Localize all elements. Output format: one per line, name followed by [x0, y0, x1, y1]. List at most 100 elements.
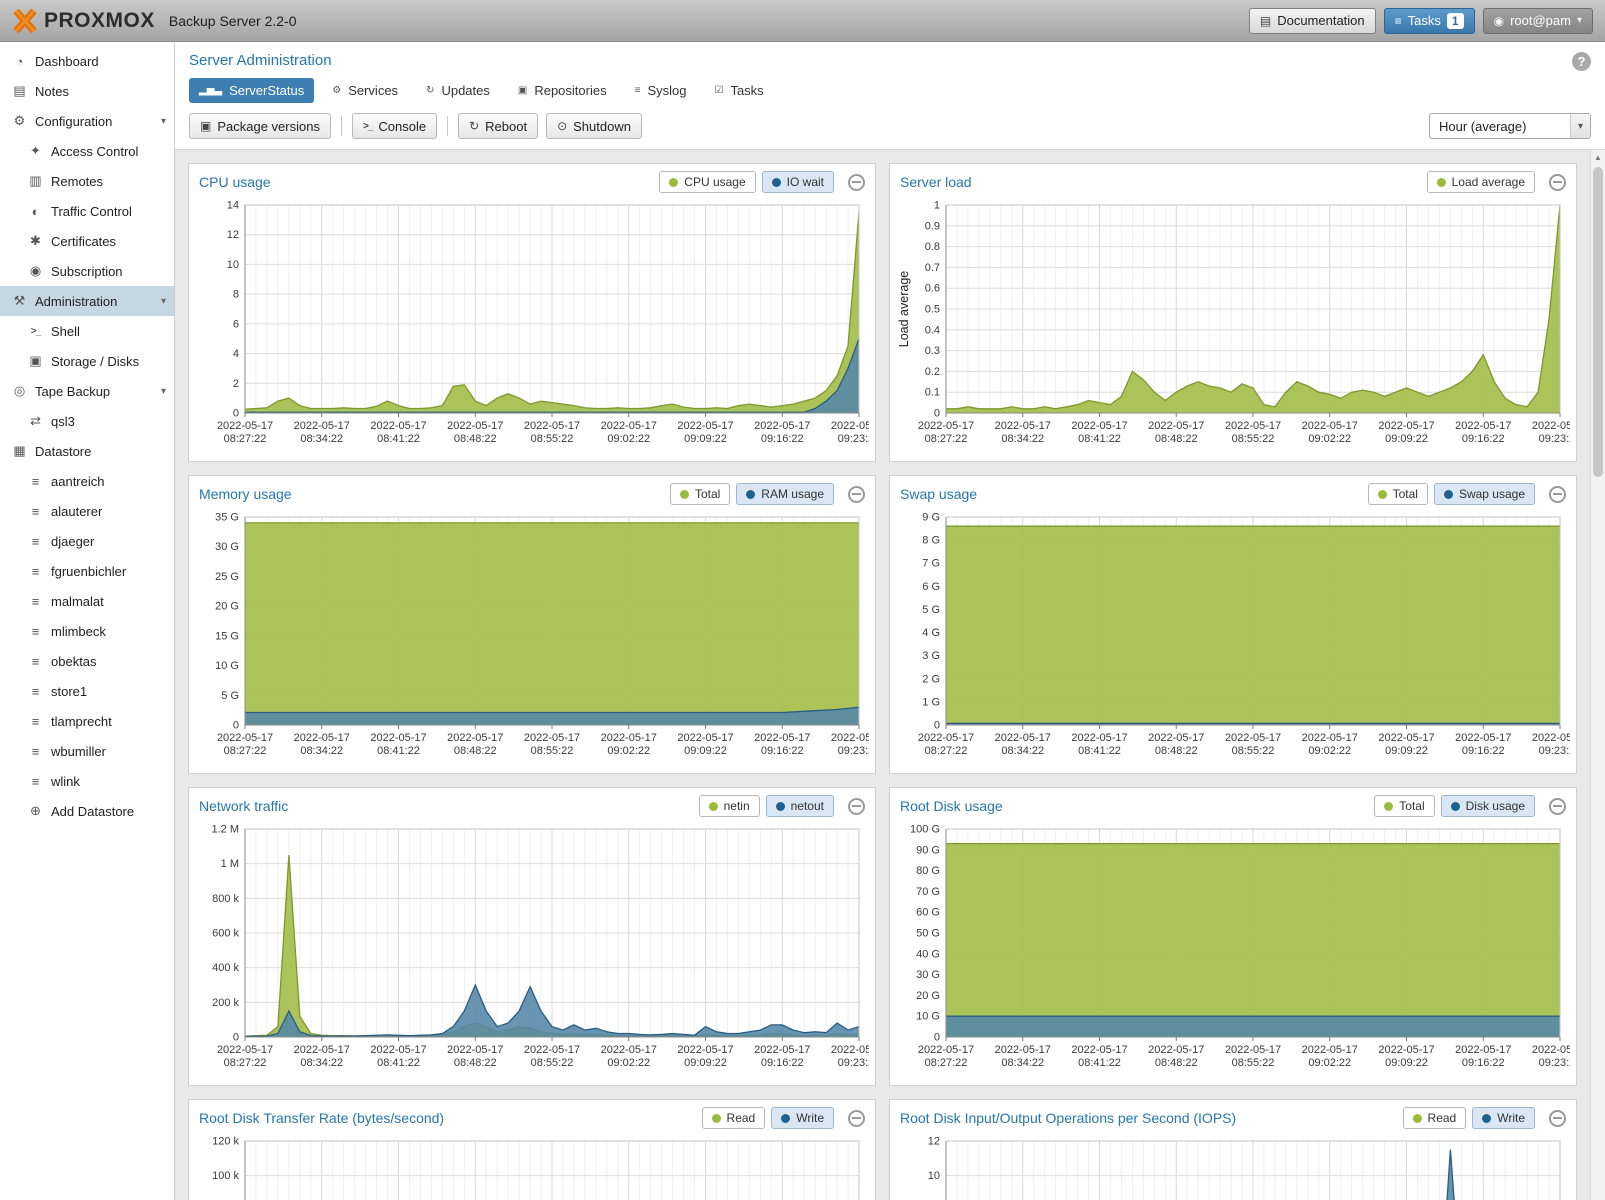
legend-swap-usage[interactable]: Swap usage: [1434, 483, 1535, 505]
sidebar-item-store1[interactable]: ≡store1: [0, 676, 174, 706]
svg-text:08:27:22: 08:27:22: [925, 745, 968, 757]
svg-text:8 G: 8 G: [922, 535, 940, 547]
sidebar-item-access-control[interactable]: ✦Access Control: [0, 136, 174, 166]
legend-io-wait[interactable]: IO wait: [762, 171, 834, 193]
package-versions-button[interactable]: ▣Package versions: [189, 113, 331, 139]
help-button[interactable]: ?: [1572, 52, 1591, 71]
sidebar-item-add-datastore[interactable]: ⊕Add Datastore: [0, 796, 174, 826]
sidebar-item-tape-backup[interactable]: ◎Tape Backup▾: [0, 376, 174, 406]
sidebar-item-mlimbeck[interactable]: ≡mlimbeck: [0, 616, 174, 646]
time-range-select[interactable]: Hour (average) ▾: [1429, 113, 1591, 139]
sidebar-item-label: Datastore: [35, 444, 91, 459]
sidebar-item-administration[interactable]: ⚒Administration▾: [0, 286, 174, 316]
collapse-panel-button[interactable]: [848, 174, 865, 191]
blue-series-dot-icon: [772, 178, 781, 187]
tab-syslog[interactable]: ≡Syslog: [625, 78, 697, 103]
legend-total[interactable]: Total: [670, 483, 730, 505]
legend-ram-usage[interactable]: RAM usage: [736, 483, 834, 505]
console-button[interactable]: >_Console: [352, 113, 437, 139]
legend-netin[interactable]: netin: [699, 795, 760, 817]
tab-tasks[interactable]: ☑Tasks: [704, 78, 773, 103]
user-label: root@pam: [1510, 13, 1571, 28]
tab-services[interactable]: ⚙Services: [322, 78, 408, 103]
svg-text:2: 2: [233, 378, 239, 390]
collapse-panel-button[interactable]: [1549, 798, 1566, 815]
legend-read[interactable]: Read: [1403, 1107, 1467, 1129]
expand-caret-icon[interactable]: ▾: [161, 296, 166, 307]
legend-total[interactable]: Total: [1374, 795, 1434, 817]
scroll-up-arrow-icon[interactable]: ▲: [1591, 150, 1605, 165]
svg-text:2 G: 2 G: [922, 673, 940, 685]
sidebar-item-aantreich[interactable]: ≡aantreich: [0, 466, 174, 496]
chart-title: Memory usage: [199, 486, 292, 502]
sidebar-item-djaeger[interactable]: ≡djaeger: [0, 526, 174, 556]
sidebar-tree: ◔Dashboard▤Notes⚙Configuration▾✦Access C…: [0, 46, 174, 826]
collapse-panel-button[interactable]: [1549, 174, 1566, 191]
reboot-button[interactable]: ↻Reboot: [458, 113, 538, 139]
sidebar-item-tlamprecht[interactable]: ≡tlamprecht: [0, 706, 174, 736]
chart-title: Swap usage: [900, 486, 977, 502]
sidebar-item-configuration[interactable]: ⚙Configuration▾: [0, 106, 174, 136]
chart-legend: CPU usage IO wait: [659, 171, 865, 193]
legend-disk-usage[interactable]: Disk usage: [1441, 795, 1535, 817]
legend-total[interactable]: Total: [1368, 483, 1428, 505]
svg-text:09:23:22: 09:23:22: [1539, 433, 1570, 445]
sidebar-item-obektas[interactable]: ≡obektas: [0, 646, 174, 676]
collapse-panel-button[interactable]: [848, 798, 865, 815]
sidebar-item-datastore[interactable]: ▦Datastore: [0, 436, 174, 466]
sidebar-item-wlink[interactable]: ≡wlink: [0, 766, 174, 796]
time-range-value: Hour (average): [1439, 119, 1526, 134]
legend-netout[interactable]: netout: [766, 795, 834, 817]
cert-icon: ✱: [26, 233, 45, 249]
sidebar-item-traffic-control[interactable]: ◐Traffic Control: [0, 196, 174, 226]
svg-text:12: 12: [928, 1136, 940, 1148]
collapse-panel-button[interactable]: [848, 1110, 865, 1127]
legend-cpu-usage[interactable]: CPU usage: [659, 171, 755, 193]
shutdown-button[interactable]: ⊙Shutdown: [546, 113, 642, 139]
sidebar-item-shell[interactable]: >_Shell: [0, 316, 174, 346]
sidebar-item-malmalat[interactable]: ≡malmalat: [0, 586, 174, 616]
sidebar-item-notes[interactable]: ▤Notes: [0, 76, 174, 106]
sidebar-item-storage-disks[interactable]: ▣Storage / Disks: [0, 346, 174, 376]
tasks-button[interactable]: ≡ Tasks 1: [1384, 8, 1475, 34]
chart-title: Server load: [900, 174, 972, 190]
tab-repositories[interactable]: ▣Repositories: [508, 78, 617, 103]
sidebar-item-fgruenbichler[interactable]: ≡fgruenbichler: [0, 556, 174, 586]
sidebar-item-alauterer[interactable]: ≡alauterer: [0, 496, 174, 526]
sidebar-item-remotes[interactable]: ▥Remotes: [0, 166, 174, 196]
legend-write[interactable]: Write: [1472, 1107, 1535, 1129]
svg-text:2022-05-17: 2022-05-17: [601, 732, 657, 744]
legend-load-average[interactable]: Load average: [1427, 171, 1535, 193]
chart-legend: Total RAM usage: [670, 483, 865, 505]
collapse-panel-button[interactable]: [848, 486, 865, 503]
documentation-label: Documentation: [1277, 13, 1364, 28]
db-icon: ≡: [26, 564, 45, 579]
collapse-panel-button[interactable]: [1549, 486, 1566, 503]
sidebar-item-wbumiller[interactable]: ≡wbumiller: [0, 736, 174, 766]
sidebar-item-qsl3[interactable]: ⇄qsl3: [0, 406, 174, 436]
cpu-chart-body: 024681012142022-05-1708:27:222022-05-170…: [189, 197, 875, 461]
tab-updates[interactable]: ↻Updates: [416, 78, 500, 103]
sidebar-item-subscription[interactable]: ◉Subscription: [0, 256, 174, 286]
user-menu-button[interactable]: ◉ root@pam ▾: [1483, 8, 1593, 34]
legend-read[interactable]: Read: [702, 1107, 766, 1129]
documentation-button[interactable]: ▤ Documentation: [1249, 8, 1376, 34]
scrollbar-thumb[interactable]: [1593, 167, 1603, 477]
sidebar-item-dashboard[interactable]: ◔Dashboard: [0, 46, 174, 76]
collapse-panel-button[interactable]: [1549, 1110, 1566, 1127]
list-icon: ≡: [635, 85, 641, 96]
svg-text:2022-05-17: 2022-05-17: [447, 420, 503, 432]
sidebar-item-label: store1: [51, 684, 87, 699]
legend-write[interactable]: Write: [771, 1107, 834, 1129]
expand-caret-icon[interactable]: ▾: [161, 116, 166, 127]
svg-text:50 G: 50 G: [916, 928, 940, 940]
tab-serverstatus[interactable]: ▂▅▃ServerStatus: [189, 78, 314, 103]
combo-trigger[interactable]: ▾: [1570, 114, 1590, 138]
vertical-scrollbar[interactable]: ▲: [1590, 150, 1605, 1200]
sidebar-item-certificates[interactable]: ✱Certificates: [0, 226, 174, 256]
svg-text:2022-05-17: 2022-05-17: [1148, 1044, 1204, 1056]
expand-caret-icon[interactable]: ▾: [161, 386, 166, 397]
legend-label: Read: [727, 1111, 756, 1125]
svg-text:2022-05-17: 2022-05-17: [370, 1044, 426, 1056]
tape-icon: ◎: [10, 383, 29, 399]
